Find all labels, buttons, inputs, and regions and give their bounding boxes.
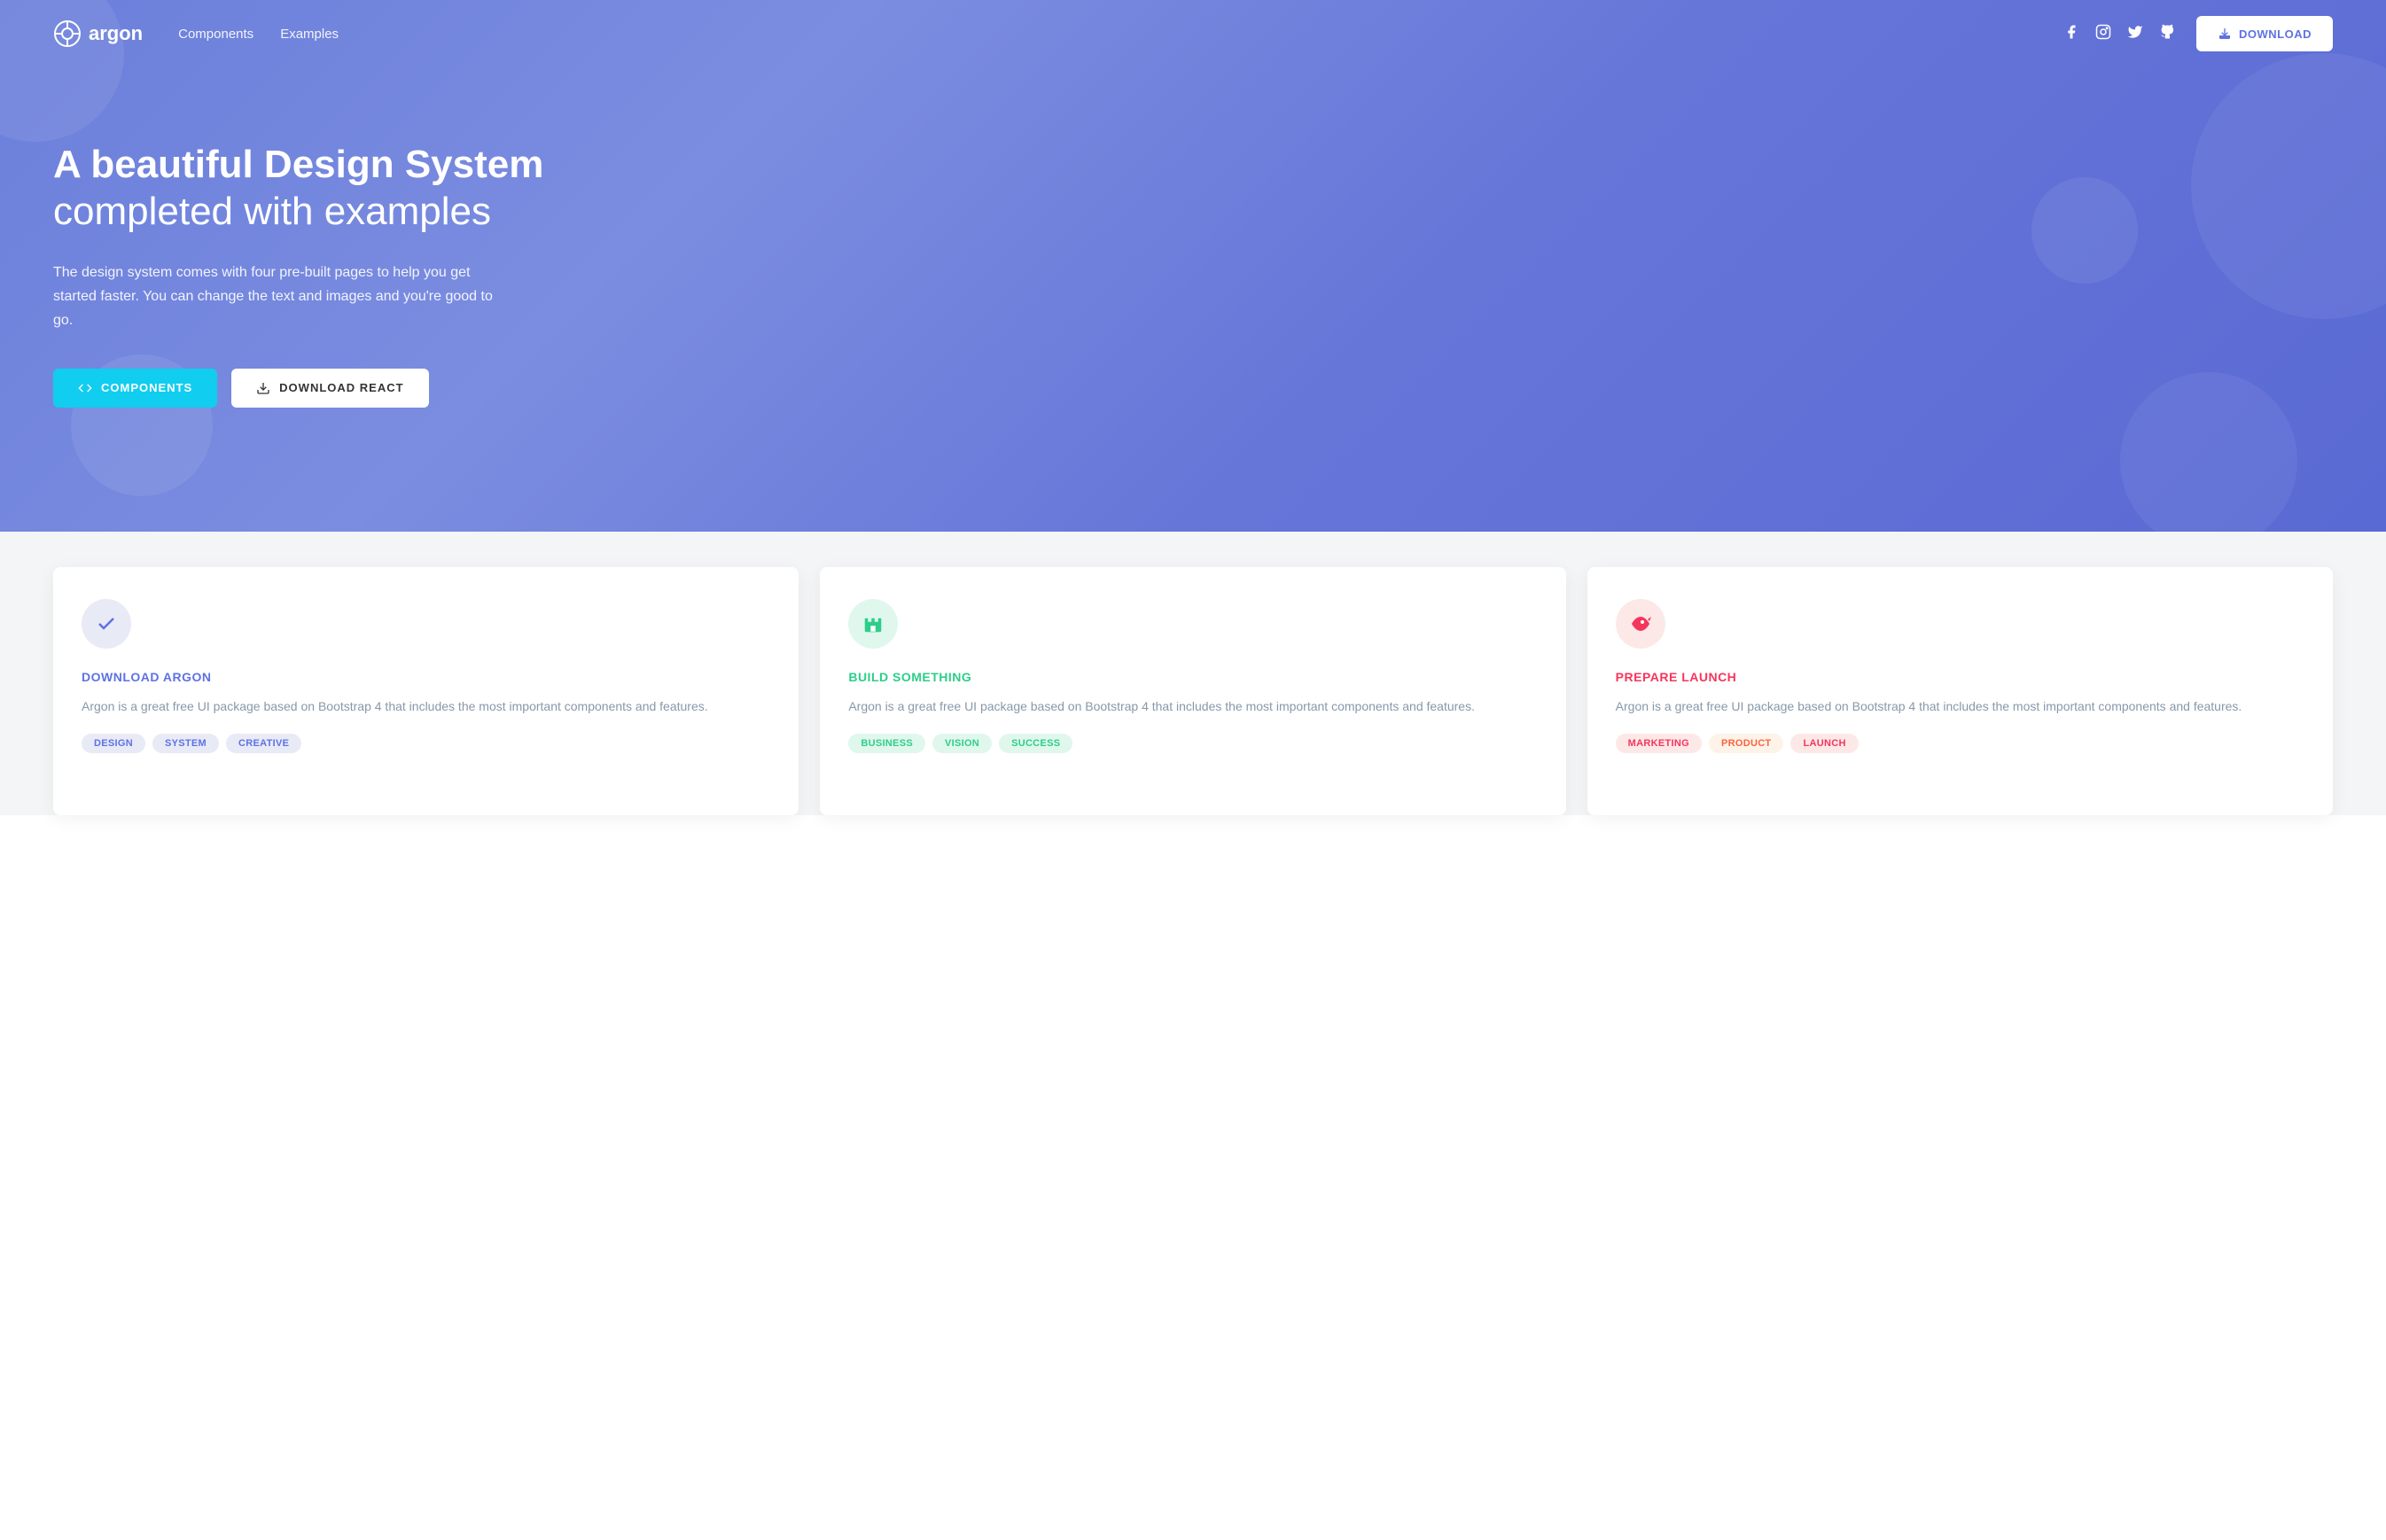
download-nav-button[interactable]: DOWNLOAD bbox=[2196, 16, 2333, 51]
github-icon[interactable] bbox=[2159, 24, 2175, 44]
components-button-label: COMPONENTS bbox=[101, 381, 192, 394]
navbar-nav: Components Examples bbox=[178, 27, 2063, 42]
card-2-icon-wrap bbox=[848, 599, 898, 649]
twitter-icon[interactable] bbox=[2127, 24, 2143, 44]
download-nav-icon bbox=[2218, 27, 2232, 41]
hero-title-light: completed with examples bbox=[53, 189, 543, 236]
download-react-button[interactable]: DOWNLOAD REACT bbox=[231, 369, 428, 408]
tag-launch[interactable]: LAUNCH bbox=[1790, 734, 1858, 753]
tag-success[interactable]: SUCCESS bbox=[999, 734, 1072, 753]
card-2-text: Argon is a great free UI package based o… bbox=[848, 696, 1537, 716]
hero-buttons: COMPONENTS DOWNLOAD REACT bbox=[53, 369, 543, 408]
card-2-tags: BUSINESS VISION SUCCESS bbox=[848, 734, 1537, 753]
nav-examples[interactable]: Examples bbox=[280, 27, 339, 42]
hero-section: A beautiful Design System completed with… bbox=[0, 0, 2386, 532]
argon-logo-icon bbox=[53, 19, 82, 48]
brand-logo[interactable]: argon bbox=[53, 19, 143, 48]
card-2-title: BUILD SOMETHING bbox=[848, 670, 1537, 684]
tag-business[interactable]: BUSINESS bbox=[848, 734, 925, 753]
card-1-icon-wrap bbox=[82, 599, 131, 649]
tag-product[interactable]: PRODUCT bbox=[1709, 734, 1784, 753]
hero-title-bold: A beautiful Design System bbox=[53, 142, 543, 189]
nav-components[interactable]: Components bbox=[178, 27, 253, 42]
components-button[interactable]: COMPONENTS bbox=[53, 369, 217, 408]
fish-icon bbox=[1630, 613, 1651, 634]
tag-system[interactable]: SYSTEM bbox=[152, 734, 219, 753]
facebook-icon[interactable] bbox=[2063, 24, 2079, 44]
card-prepare-launch: PREPARE LAUNCH Argon is a great free UI … bbox=[1587, 567, 2333, 815]
tag-design[interactable]: DESIGN bbox=[82, 734, 145, 753]
hero-description: The design system comes with four pre-bu… bbox=[53, 261, 496, 333]
brand-name: argon bbox=[89, 22, 143, 45]
card-1-tags: DESIGN SYSTEM CREATIVE bbox=[82, 734, 770, 753]
card-3-text: Argon is a great free UI package based o… bbox=[1616, 696, 2304, 716]
tag-marketing[interactable]: MARKETING bbox=[1616, 734, 1702, 753]
card-3-icon-wrap bbox=[1616, 599, 1665, 649]
download-nav-label: DOWNLOAD bbox=[2239, 27, 2312, 41]
social-links bbox=[2063, 24, 2175, 44]
castle-icon bbox=[862, 613, 884, 634]
tag-vision[interactable]: VISION bbox=[932, 734, 992, 753]
card-1-text: Argon is a great free UI package based o… bbox=[82, 696, 770, 716]
cards-section: DOWNLOAD ARGON Argon is a great free UI … bbox=[0, 532, 2386, 815]
navbar: argon Components Examples DOWNLOAD bbox=[0, 0, 2386, 67]
card-1-title: DOWNLOAD ARGON bbox=[82, 670, 770, 684]
bg-circle-4 bbox=[2120, 372, 2297, 532]
code-icon bbox=[78, 381, 92, 395]
check-icon bbox=[96, 613, 117, 634]
download-react-label: DOWNLOAD REACT bbox=[279, 381, 403, 394]
card-build-something: BUILD SOMETHING Argon is a great free UI… bbox=[820, 567, 1565, 815]
card-download-argon: DOWNLOAD ARGON Argon is a great free UI … bbox=[53, 567, 799, 815]
card-3-title: PREPARE LAUNCH bbox=[1616, 670, 2304, 684]
download-react-icon bbox=[256, 381, 270, 395]
instagram-icon[interactable] bbox=[2095, 24, 2111, 44]
tag-creative[interactable]: CREATIVE bbox=[226, 734, 301, 753]
bg-circle-5 bbox=[2031, 177, 2138, 284]
hero-content: A beautiful Design System completed with… bbox=[53, 71, 543, 460]
card-3-tags: MARKETING PRODUCT LAUNCH bbox=[1616, 734, 2304, 753]
bg-circle-3 bbox=[2191, 53, 2386, 319]
